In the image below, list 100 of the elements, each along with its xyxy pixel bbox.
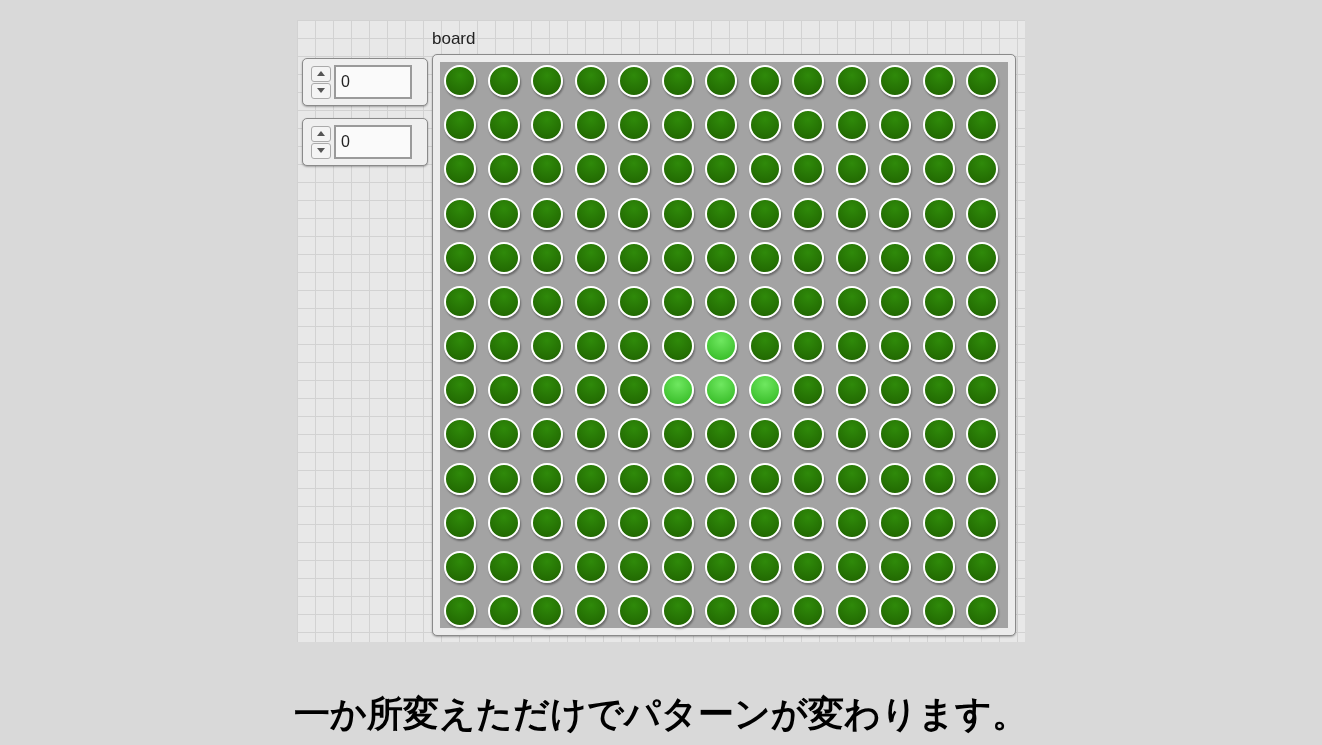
led-indicator[interactable]: [879, 506, 911, 539]
led-indicator[interactable]: [705, 462, 737, 495]
led-indicator[interactable]: [444, 197, 476, 230]
led-indicator[interactable]: [618, 330, 650, 363]
led-indicator[interactable]: [661, 551, 694, 583]
led-indicator[interactable]: [879, 418, 911, 451]
led-indicator[interactable]: [487, 506, 520, 539]
led-indicator[interactable]: [618, 462, 650, 495]
led-indicator[interactable]: [922, 197, 955, 230]
led-indicator[interactable]: [748, 462, 781, 495]
led-indicator[interactable]: [574, 506, 607, 539]
led-indicator[interactable]: [879, 153, 911, 186]
led-indicator[interactable]: [618, 65, 650, 97]
led-indicator[interactable]: [574, 109, 607, 142]
led-indicator[interactable]: [835, 551, 868, 583]
led-indicator[interactable]: [705, 418, 737, 451]
led-indicator[interactable]: [487, 462, 520, 495]
led-indicator[interactable]: [487, 241, 520, 274]
led-indicator[interactable]: [531, 285, 563, 318]
led-indicator[interactable]: [444, 551, 476, 583]
led-indicator[interactable]: [748, 330, 781, 363]
led-indicator[interactable]: [879, 241, 911, 274]
led-indicator[interactable]: [748, 418, 781, 451]
led-indicator[interactable]: [879, 65, 911, 97]
led-indicator[interactable]: [879, 462, 911, 495]
led-indicator[interactable]: [444, 462, 476, 495]
led-indicator[interactable]: [661, 374, 694, 407]
led-indicator[interactable]: [792, 241, 824, 274]
led-indicator[interactable]: [444, 241, 476, 274]
led-indicator[interactable]: [705, 551, 737, 583]
led-indicator[interactable]: [531, 241, 563, 274]
led-indicator[interactable]: [444, 595, 476, 628]
led-indicator[interactable]: [966, 241, 998, 274]
numeric-control[interactable]: 0: [302, 58, 428, 106]
led-indicator[interactable]: [879, 285, 911, 318]
led-indicator[interactable]: [748, 197, 781, 230]
led-indicator[interactable]: [966, 109, 998, 142]
led-indicator[interactable]: [444, 374, 476, 407]
led-indicator[interactable]: [966, 506, 998, 539]
led-indicator[interactable]: [705, 595, 737, 628]
led-indicator[interactable]: [922, 285, 955, 318]
led-indicator[interactable]: [792, 374, 824, 407]
led-indicator[interactable]: [835, 197, 868, 230]
led-indicator[interactable]: [661, 241, 694, 274]
led-indicator[interactable]: [574, 418, 607, 451]
led-indicator[interactable]: [574, 285, 607, 318]
led-indicator[interactable]: [574, 595, 607, 628]
led-indicator[interactable]: [966, 330, 998, 363]
led-indicator[interactable]: [966, 374, 998, 407]
led-indicator[interactable]: [487, 197, 520, 230]
led-indicator[interactable]: [922, 506, 955, 539]
numeric-control[interactable]: 0: [302, 118, 428, 166]
led-indicator[interactable]: [835, 330, 868, 363]
led-indicator[interactable]: [748, 551, 781, 583]
led-indicator[interactable]: [922, 595, 955, 628]
led-indicator[interactable]: [922, 462, 955, 495]
led-indicator[interactable]: [705, 153, 737, 186]
led-indicator[interactable]: [879, 551, 911, 583]
led-indicator[interactable]: [835, 374, 868, 407]
led-indicator[interactable]: [792, 551, 824, 583]
led-indicator[interactable]: [618, 506, 650, 539]
led-indicator[interactable]: [792, 109, 824, 142]
led-indicator[interactable]: [835, 506, 868, 539]
led-indicator[interactable]: [705, 109, 737, 142]
led-indicator[interactable]: [661, 330, 694, 363]
led-indicator[interactable]: [922, 374, 955, 407]
led-indicator[interactable]: [966, 153, 998, 186]
led-indicator[interactable]: [835, 241, 868, 274]
led-indicator[interactable]: [661, 109, 694, 142]
led-indicator[interactable]: [879, 197, 911, 230]
led-indicator[interactable]: [574, 374, 607, 407]
led-indicator[interactable]: [618, 595, 650, 628]
led-indicator[interactable]: [618, 109, 650, 142]
led-indicator[interactable]: [618, 197, 650, 230]
led-indicator[interactable]: [444, 506, 476, 539]
led-indicator[interactable]: [966, 595, 998, 628]
led-indicator[interactable]: [487, 109, 520, 142]
led-indicator[interactable]: [661, 462, 694, 495]
led-indicator[interactable]: [574, 241, 607, 274]
led-indicator[interactable]: [661, 153, 694, 186]
led-indicator[interactable]: [574, 551, 607, 583]
led-indicator[interactable]: [748, 595, 781, 628]
led-indicator[interactable]: [922, 330, 955, 363]
led-indicator[interactable]: [487, 65, 520, 97]
led-indicator[interactable]: [705, 506, 737, 539]
led-indicator[interactable]: [922, 109, 955, 142]
led-indicator[interactable]: [705, 374, 737, 407]
led-indicator[interactable]: [487, 374, 520, 407]
led-indicator[interactable]: [531, 65, 563, 97]
led-indicator[interactable]: [574, 330, 607, 363]
led-indicator[interactable]: [835, 462, 868, 495]
led-indicator[interactable]: [618, 418, 650, 451]
led-indicator[interactable]: [835, 65, 868, 97]
led-indicator[interactable]: [705, 197, 737, 230]
led-indicator[interactable]: [531, 197, 563, 230]
led-indicator[interactable]: [661, 197, 694, 230]
led-indicator[interactable]: [531, 506, 563, 539]
led-indicator[interactable]: [835, 595, 868, 628]
led-indicator[interactable]: [487, 551, 520, 583]
led-indicator[interactable]: [487, 330, 520, 363]
